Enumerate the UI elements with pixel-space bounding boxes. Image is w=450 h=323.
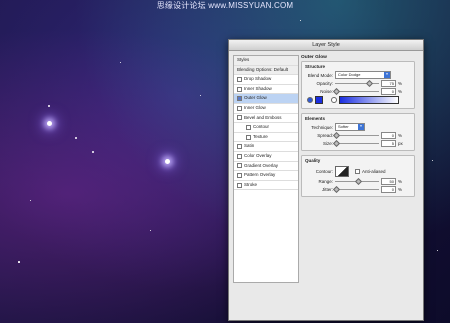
star: [120, 62, 121, 63]
size-label: Size:: [322, 140, 333, 146]
anti-aliased-label: Anti-aliased: [362, 168, 386, 174]
watermark-text: 思缘设计论坛 www.MISSYUAN.COM: [156, 1, 294, 10]
percent-unit: %: [398, 178, 403, 184]
gradient-radio[interactable]: [331, 97, 337, 103]
checkbox-checked[interactable]: [237, 96, 242, 102]
star: [75, 137, 77, 139]
checkbox[interactable]: [237, 182, 242, 188]
contour-picker[interactable]: [335, 165, 349, 177]
noise-label: Noise:: [320, 88, 333, 94]
jitter-input[interactable]: 0: [381, 185, 396, 193]
star: [18, 261, 20, 263]
star: [432, 160, 433, 161]
checkbox[interactable]: [237, 163, 242, 169]
range-input[interactable]: 50: [381, 177, 396, 185]
elements-group: Elements Technique: Softer ▾ Spread: 0 % …: [301, 113, 415, 151]
quality-group: Quality Contour: Anti-aliased Range: 50 …: [301, 155, 415, 197]
sidebar-item-texture[interactable]: Texture: [234, 133, 298, 143]
star: [150, 230, 151, 231]
panel-title: Outer Glow: [301, 55, 327, 60]
star: [92, 151, 94, 153]
star: [30, 200, 31, 201]
anti-aliased-checkbox[interactable]: [355, 168, 360, 174]
px-unit: px: [398, 140, 403, 146]
spread-slider[interactable]: [332, 131, 379, 139]
blend-mode-label: Blend Mode:: [307, 72, 333, 78]
sidebar-item-stroke[interactable]: Stroke: [234, 181, 298, 191]
sidebar-item-gradient-overlay[interactable]: Gradient Overlay: [234, 162, 298, 172]
solid-color-radio[interactable]: [307, 97, 313, 103]
checkbox[interactable]: [246, 134, 251, 140]
range-label: Range:: [318, 178, 333, 184]
percent-unit: %: [398, 186, 403, 192]
sidebar-item-pattern-overlay[interactable]: Pattern Overlay: [234, 171, 298, 181]
checkbox[interactable]: [237, 86, 242, 92]
sidebar-item-contour[interactable]: Contour: [234, 123, 298, 133]
noise-input[interactable]: 0: [381, 87, 396, 95]
sidebar-item-satin[interactable]: Satin: [234, 142, 298, 152]
range-slider[interactable]: [335, 177, 379, 185]
contour-label: Contour:: [315, 168, 333, 174]
checkbox[interactable]: [237, 172, 242, 178]
percent-unit: %: [398, 80, 403, 86]
glow-color-swatch[interactable]: [315, 96, 323, 104]
sidebar-item-styles[interactable]: Styles: [234, 56, 298, 66]
checkbox[interactable]: [237, 105, 242, 111]
elements-title: Elements: [305, 116, 326, 121]
technique-label: Technique:: [311, 124, 333, 130]
star: [300, 20, 301, 21]
star: [437, 250, 438, 251]
spread-label: Spread:: [317, 132, 333, 138]
chevron-down-icon: ▾: [358, 124, 364, 130]
noise-slider[interactable]: [332, 87, 379, 95]
star: [48, 105, 50, 107]
star: [47, 121, 52, 126]
opacity-input[interactable]: 75: [381, 79, 396, 87]
checkbox[interactable]: [237, 76, 242, 82]
outer-glow-panel: Outer Glow Structure Blend Mode: Color D…: [301, 55, 415, 201]
blend-mode-select[interactable]: Color Dodge ▾: [335, 71, 391, 79]
sidebar-item-blending-options[interactable]: Blending Options: Default: [234, 65, 298, 76]
opacity-label: Opacity:: [316, 80, 333, 86]
star: [200, 95, 201, 96]
opacity-slider[interactable]: [335, 79, 379, 87]
jitter-label: Jitter:: [321, 186, 333, 192]
slider-handle[interactable]: [354, 177, 362, 185]
styles-list: Styles Blending Options: Default Drop Sh…: [233, 55, 299, 283]
checkbox[interactable]: [237, 144, 242, 150]
checkbox[interactable]: [237, 115, 242, 121]
size-input[interactable]: 5: [381, 139, 396, 147]
sidebar-item-inner-glow[interactable]: Inner Glow: [234, 104, 298, 114]
checkbox[interactable]: [246, 124, 251, 130]
glow-gradient-picker[interactable]: [339, 96, 399, 104]
sidebar-item-outer-glow[interactable]: Outer Glow: [234, 94, 298, 104]
star: [165, 159, 170, 164]
sidebar-item-color-overlay[interactable]: Color Overlay: [234, 152, 298, 162]
sidebar-item-bevel-emboss[interactable]: Bevel and Emboss: [234, 114, 298, 124]
structure-title: Structure: [305, 64, 326, 69]
dialog-title: Layer Style: [229, 40, 423, 51]
sidebar-item-inner-shadow[interactable]: Inner Shadow: [234, 85, 298, 95]
percent-unit: %: [398, 88, 403, 94]
layer-style-dialog: Layer Style Styles Blending Options: Def…: [228, 39, 424, 321]
slider-handle[interactable]: [365, 79, 373, 87]
size-slider[interactable]: [333, 139, 379, 147]
quality-title: Quality: [305, 158, 321, 163]
spread-input[interactable]: 0: [381, 131, 396, 139]
slider-handle[interactable]: [333, 139, 341, 147]
checkbox[interactable]: [237, 153, 242, 159]
percent-unit: %: [398, 132, 403, 138]
sidebar-item-drop-shadow[interactable]: Drop Shadow: [234, 75, 298, 85]
jitter-slider[interactable]: [332, 185, 379, 193]
technique-select[interactable]: Softer ▾: [335, 123, 365, 131]
chevron-down-icon: ▾: [384, 72, 390, 78]
structure-group: Structure Blend Mode: Color Dodge ▾ Opaci…: [301, 61, 415, 109]
